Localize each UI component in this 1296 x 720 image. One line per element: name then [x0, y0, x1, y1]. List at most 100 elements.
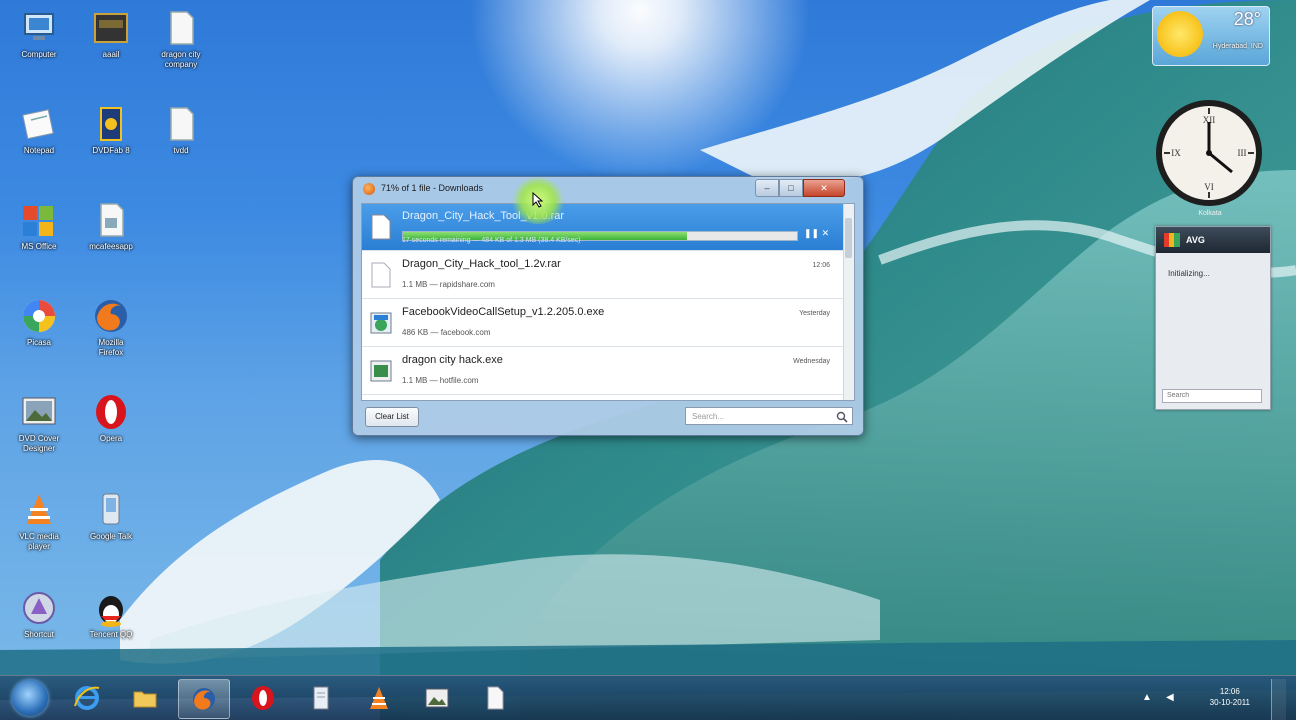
- desktop-icon-label: Computer: [21, 50, 57, 59]
- scrollbar[interactable]: [843, 204, 854, 400]
- download-item[interactable]: Dragon_City_Hack_tool_1.2v.rar 1.1 MB — …: [362, 252, 844, 299]
- downloads-window[interactable]: 71% of 1 file - Downloads – □ ✕ Dragon_C…: [352, 176, 864, 436]
- show-desktop-button[interactable]: [1271, 679, 1286, 720]
- desktop-icon-label: MS Office: [21, 242, 57, 251]
- taskbar-vlc[interactable]: [354, 679, 404, 717]
- download-source: 486 KB — facebook.com: [402, 328, 491, 337]
- desktop-icon-document[interactable]: tvdd: [148, 104, 214, 156]
- desktop-icon-google-talk[interactable]: Google Talk: [78, 490, 144, 542]
- svg-text:III: III: [1238, 148, 1247, 158]
- image-icon: [19, 392, 59, 432]
- desktop-icon-office[interactable]: MS Office: [6, 200, 72, 252]
- downloads-search-input[interactable]: Search...: [685, 407, 853, 425]
- desktop-icon-dvd-cover[interactable]: DVD Cover Designer: [6, 392, 72, 454]
- desktop-icon-label: Shortcut: [24, 630, 54, 639]
- scrollbar-thumb[interactable]: [845, 218, 852, 258]
- desktop-icon-vlc[interactable]: VLC media player: [6, 490, 72, 552]
- desktop-icon-label: aaail: [102, 50, 120, 59]
- desktop-icon-label: Mozilla Firefox: [98, 338, 124, 357]
- clock-city: Kolkata: [1198, 210, 1222, 217]
- download-status: 17 seconds remaining — 484 KB of 1.3 MB …: [402, 237, 581, 244]
- search-placeholder: Search...: [692, 412, 725, 421]
- download-source: 1.1 MB — hotfile.com: [402, 376, 479, 385]
- desktop-icon-firefox[interactable]: Mozilla Firefox: [78, 296, 144, 358]
- title-bar[interactable]: 71% of 1 file - Downloads – □ ✕: [353, 177, 863, 201]
- clock-gadget[interactable]: XII III VI IX: [1154, 98, 1264, 208]
- antivirus-search-input[interactable]: [1162, 389, 1262, 403]
- image-icon: [425, 688, 449, 708]
- desktop-icon-dvdfab[interactable]: DVDFab 8: [78, 104, 144, 156]
- opera-icon: [91, 392, 131, 432]
- desktop-icon-picasa[interactable]: Picasa: [6, 296, 72, 348]
- antivirus-name: AVG: [1186, 235, 1205, 245]
- svg-text:VI: VI: [1204, 182, 1214, 192]
- sun-icon: [1157, 11, 1203, 57]
- installer-icon: [370, 312, 392, 334]
- desktop-icon-label: Google Talk: [89, 532, 133, 541]
- desktop-icon-app[interactable]: aaail: [78, 8, 144, 60]
- desktop-icon-document[interactable]: mcafeesapp: [78, 200, 144, 252]
- desktop-icon-notepad[interactable]: Notepad: [6, 104, 72, 156]
- taskbar-notepad[interactable]: [296, 679, 346, 717]
- tray-clock[interactable]: 12:06 30-10-2011: [1210, 686, 1250, 708]
- clear-list-button[interactable]: Clear List: [365, 407, 419, 427]
- close-button[interactable]: ✕: [803, 179, 845, 197]
- desktop-icon-label: Tencent QQ: [89, 630, 133, 639]
- file-icon: [371, 214, 391, 240]
- download-filename: FacebookVideoCallSetup_v1.2.205.0.exe: [402, 306, 605, 318]
- picasa-icon: [19, 296, 59, 336]
- tray-time: 12:06: [1219, 687, 1240, 696]
- taskbar-image-viewer[interactable]: [412, 679, 462, 717]
- volume-icon[interactable]: ◀: [1166, 692, 1174, 703]
- taskbar-ie[interactable]: [62, 679, 112, 717]
- clock-icon: XIIIIIVIIX: [1156, 100, 1262, 206]
- desktop-icon-label: mcafeesapp: [89, 242, 133, 251]
- download-time: Yesterday: [799, 310, 830, 317]
- network-icon[interactable]: ▲: [1142, 692, 1152, 703]
- download-filename: dragon city hack.exe: [402, 354, 503, 366]
- file-icon: [371, 262, 391, 288]
- desktop-icon-opera[interactable]: Opera: [78, 392, 144, 444]
- maximize-button[interactable]: □: [779, 179, 803, 197]
- weather-temperature: 28°: [1233, 9, 1261, 29]
- qq-icon: [91, 588, 131, 628]
- document-icon: [487, 686, 504, 710]
- taskbar-document[interactable]: [470, 679, 520, 717]
- taskbar[interactable]: ▲ ◀ 12:06 30-10-2011: [0, 675, 1296, 720]
- desktop-icon-shortcut[interactable]: Shortcut: [6, 588, 72, 640]
- search-icon[interactable]: [836, 411, 848, 423]
- system-tray[interactable]: ▲ ◀ 12:06 30-10-2011: [1136, 679, 1286, 720]
- minimize-button[interactable]: –: [755, 179, 779, 197]
- taskbar-opera[interactable]: [238, 679, 288, 717]
- downloads-list[interactable]: Dragon_City_Hack_Tool_v1.0.rar ❚❚ ✕ 17 s…: [361, 203, 855, 401]
- office-icon: [19, 200, 59, 240]
- app-icon: [19, 588, 59, 628]
- pause-icon[interactable]: ❚❚ ✕: [804, 228, 829, 239]
- desktop: Computer aaail dragon city company Notep…: [0, 0, 1296, 720]
- desktop-icon-computer[interactable]: Computer: [6, 8, 72, 60]
- download-filename: Dragon_City_Hack_tool_1.2v.rar: [402, 258, 561, 270]
- desktop-icon-label: DVD Cover Designer: [18, 434, 60, 453]
- download-item[interactable]: Dragon_City_Hack_Tool_v1.0.rar ❚❚ ✕ 17 s…: [362, 204, 844, 251]
- weather-gadget[interactable]: 28° Hyderabad, IND: [1152, 6, 1270, 66]
- desktop-icon-label: Picasa: [26, 338, 51, 347]
- tray-date: 30-10-2011: [1209, 698, 1250, 707]
- desktop-icon-document[interactable]: dragon city company: [148, 8, 214, 70]
- taskbar-explorer[interactable]: [120, 679, 170, 717]
- notepad-icon: [313, 686, 329, 710]
- antivirus-status: Initializing...: [1168, 269, 1210, 278]
- desktop-icon-label: DVDFab 8: [92, 146, 130, 155]
- svg-text:IX: IX: [1171, 148, 1181, 158]
- phone-icon: [91, 490, 131, 530]
- document-icon: [161, 8, 201, 48]
- vlc-icon: [370, 687, 388, 709]
- desktop-icon-label: tvdd: [173, 146, 189, 155]
- taskbar-firefox[interactable]: [178, 679, 230, 719]
- desktop-icon-qq[interactable]: Tencent QQ: [78, 588, 144, 640]
- download-item[interactable]: FacebookVideoCallSetup_v1.2.205.0.exe 48…: [362, 300, 844, 347]
- computer-icon: [19, 8, 59, 48]
- antivirus-gadget[interactable]: AVG Initializing...: [1155, 226, 1271, 410]
- start-button[interactable]: [12, 680, 48, 716]
- download-item[interactable]: dragon city hack.exe 1.1 MB — hotfile.co…: [362, 348, 844, 395]
- document-icon: [161, 104, 201, 144]
